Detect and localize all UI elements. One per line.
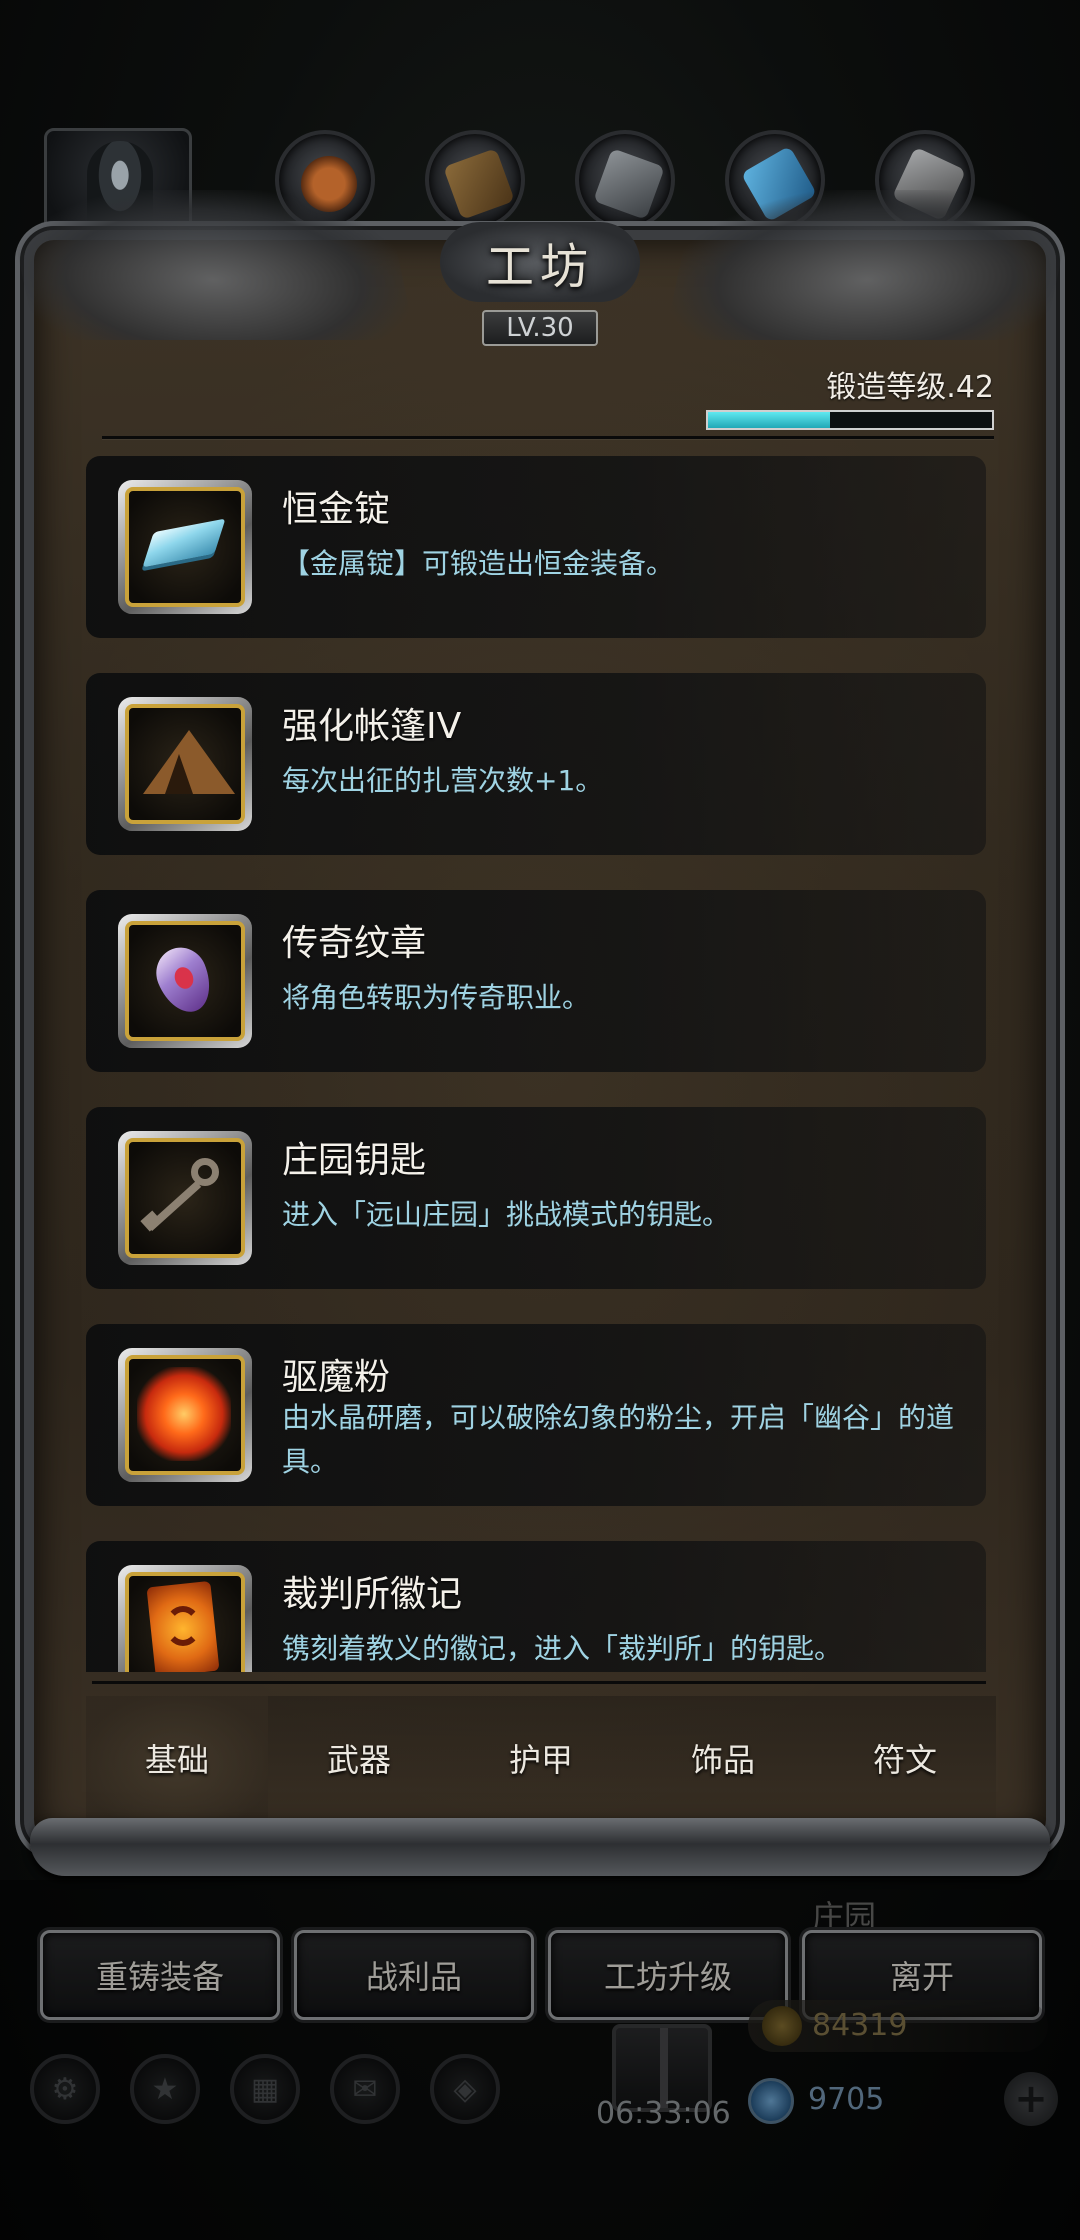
item-name: 庄园钥匙 — [282, 1140, 427, 1181]
title-plate: 工坊 — [440, 222, 640, 302]
tab-orb-2[interactable] — [425, 130, 525, 230]
list-item[interactable]: 裁判所徽记 镌刻着教义的徽记，进入「裁判所」的钥匙。 — [86, 1541, 986, 1672]
item-name: 驱魔粉 — [282, 1357, 391, 1398]
seal-icon — [125, 1572, 245, 1672]
list-item[interactable]: 驱魔粉 由水晶研磨，可以破除幻象的粉尘，开启「幽谷」的道具。 — [86, 1324, 986, 1506]
category-tabs: 基础 武器 护甲 饰品 符文 — [86, 1696, 996, 1820]
item-desc: 由水晶研磨，可以破除幻象的粉尘，开启「幽谷」的道具。 — [282, 1401, 955, 1478]
gold-counter: 84319 — [748, 2000, 1048, 2052]
item-name: 裁判所徽记 — [282, 1574, 463, 1615]
tab-accessory[interactable]: 饰品 — [632, 1696, 814, 1820]
item-name: 恒金锭 — [282, 489, 391, 530]
item-desc: 进入「远山庄园」挑战模式的钥匙。 — [282, 1198, 731, 1231]
ingot-icon — [125, 487, 245, 607]
item-name: 强化帐篷IV — [282, 706, 462, 747]
gold-coin-icon — [762, 2006, 802, 2046]
item-desc: 将角色转职为传奇职业。 — [282, 981, 591, 1014]
tab-rune[interactable]: 符文 — [814, 1696, 996, 1820]
star-icon[interactable]: ★ — [130, 2054, 200, 2124]
powder-icon — [125, 1355, 245, 1475]
item-icon-frame — [118, 480, 252, 614]
item-list[interactable]: 恒金锭 【金属锭】可锻造出恒金装备。 强化帐篷IV 每次出征的扎营次数+1。 传… — [86, 456, 996, 1672]
frame-ornament-left — [4, 190, 416, 340]
frame-ornament-right — [664, 190, 1076, 340]
upgrade-workshop-button[interactable]: 工坊升级 — [548, 1930, 788, 2020]
cube-icon[interactable]: ◈ — [430, 2054, 500, 2124]
reforge-button[interactable]: 重铸装备 — [40, 1930, 280, 2020]
page-title: 工坊 — [485, 239, 594, 295]
codex-icon[interactable]: ▦ — [230, 2054, 300, 2124]
gem-counter: 9705 — [748, 2074, 968, 2126]
loot-button[interactable]: 战利品 — [294, 1930, 534, 2020]
tent-icon — [125, 704, 245, 824]
item-icon-frame — [118, 697, 252, 831]
forge-progress-fill — [708, 412, 831, 428]
item-icon-frame — [118, 914, 252, 1048]
bottom-menu: ⚙ ★ ▦ ✉ ◈ — [30, 2054, 510, 2128]
settings-icon[interactable]: ⚙ — [30, 2054, 100, 2124]
divider — [92, 1681, 986, 1684]
item-name: 传奇纹章 — [282, 923, 427, 964]
add-gems-button[interactable]: + — [1004, 2072, 1058, 2126]
gift-timer: 06:33:06 — [596, 2096, 731, 2131]
divider — [102, 436, 994, 439]
gem-value: 9705 — [808, 2082, 885, 2117]
tab-weapon[interactable]: 武器 — [268, 1696, 450, 1820]
list-item[interactable]: 庄园钥匙 进入「远山庄园」挑战模式的钥匙。 — [86, 1107, 986, 1289]
item-desc: 每次出征的扎营次数+1。 — [282, 764, 604, 797]
item-desc: 镌刻着教义的徽记，进入「裁判所」的钥匙。 — [282, 1632, 843, 1665]
gem-icon — [748, 2078, 794, 2124]
item-icon-frame — [118, 1348, 252, 1482]
gold-value: 84319 — [812, 2008, 908, 2043]
tab-armor[interactable]: 护甲 — [450, 1696, 632, 1820]
list-item[interactable]: 强化帐篷IV 每次出征的扎营次数+1。 — [86, 673, 986, 855]
tab-basic[interactable]: 基础 — [86, 1696, 268, 1820]
item-icon-frame — [118, 1565, 252, 1672]
forge-level-label: 锻造等级.42 — [826, 370, 994, 405]
list-item[interactable]: 恒金锭 【金属锭】可锻造出恒金装备。 — [86, 456, 986, 638]
orb-iron-icon — [593, 148, 665, 220]
orb-wood-icon — [443, 148, 515, 220]
level-badge: LV.30 — [482, 310, 598, 346]
item-desc: 【金属锭】可锻造出恒金装备。 — [282, 547, 675, 580]
tab-orb-3[interactable] — [575, 130, 675, 230]
list-item[interactable]: 传奇纹章 将角色转职为传奇职业。 — [86, 890, 986, 1072]
key-icon — [125, 1138, 245, 1258]
emblem-icon — [125, 921, 245, 1041]
mail-icon[interactable]: ✉ — [330, 2054, 400, 2124]
forge-progress-bar — [706, 410, 994, 430]
item-icon-frame — [118, 1131, 252, 1265]
frame-bottom-ornament — [30, 1818, 1050, 1876]
